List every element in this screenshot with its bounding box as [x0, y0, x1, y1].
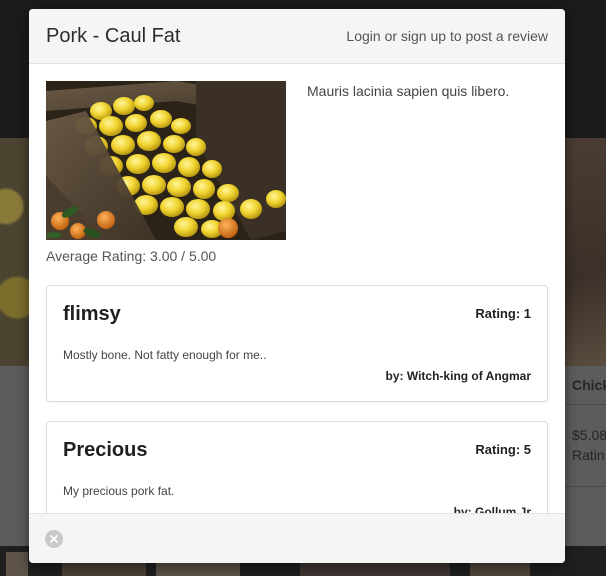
review-author: by: Gollum Jr — [453, 505, 531, 513]
close-circle-icon — [50, 535, 58, 543]
review-rating: Rating: 5 — [475, 442, 531, 457]
review-modal: Pork - Caul Fat Login or sign up to post… — [29, 9, 565, 563]
review-title: Precious — [63, 439, 148, 461]
average-rating: Average Rating: 3.00 / 5.00 — [46, 248, 217, 264]
login-signup-link[interactable]: Login or sign up to post a review — [346, 28, 548, 44]
modal-body: Mauris lacinia sapien quis libero. Avera… — [29, 64, 565, 513]
background-product-image-right — [564, 138, 606, 366]
modal-title: Pork - Caul Fat — [46, 24, 181, 47]
review-card: Precious Rating: 5 My precious pork fat.… — [46, 421, 548, 513]
modal-footer — [29, 513, 565, 563]
review-text: My precious pork fat. — [63, 484, 175, 498]
review-rating: Rating: 1 — [475, 306, 531, 321]
background-card-price: $5.08 — [572, 427, 606, 443]
background-card-left — [0, 366, 29, 546]
review-title: flimsy — [63, 303, 121, 325]
close-button[interactable] — [45, 530, 63, 548]
review-text: Mostly bone. Not fatty enough for me.. — [63, 348, 267, 362]
product-description: Mauris lacinia sapien quis libero. — [307, 83, 510, 99]
review-card: flimsy Rating: 1 Mostly bone. Not fatty … — [46, 285, 548, 402]
background-card-rating: Ratin — [572, 447, 605, 463]
background-product-image-left — [0, 138, 29, 366]
review-author: by: Witch-king of Angmar — [385, 369, 531, 383]
background-card-title: Chickh — [572, 377, 606, 393]
lemons-in-crate-photo — [46, 81, 286, 240]
modal-header: Pork - Caul Fat Login or sign up to post… — [29, 9, 565, 64]
background-card-right: Chickh $5.08 Ratin — [564, 366, 606, 546]
